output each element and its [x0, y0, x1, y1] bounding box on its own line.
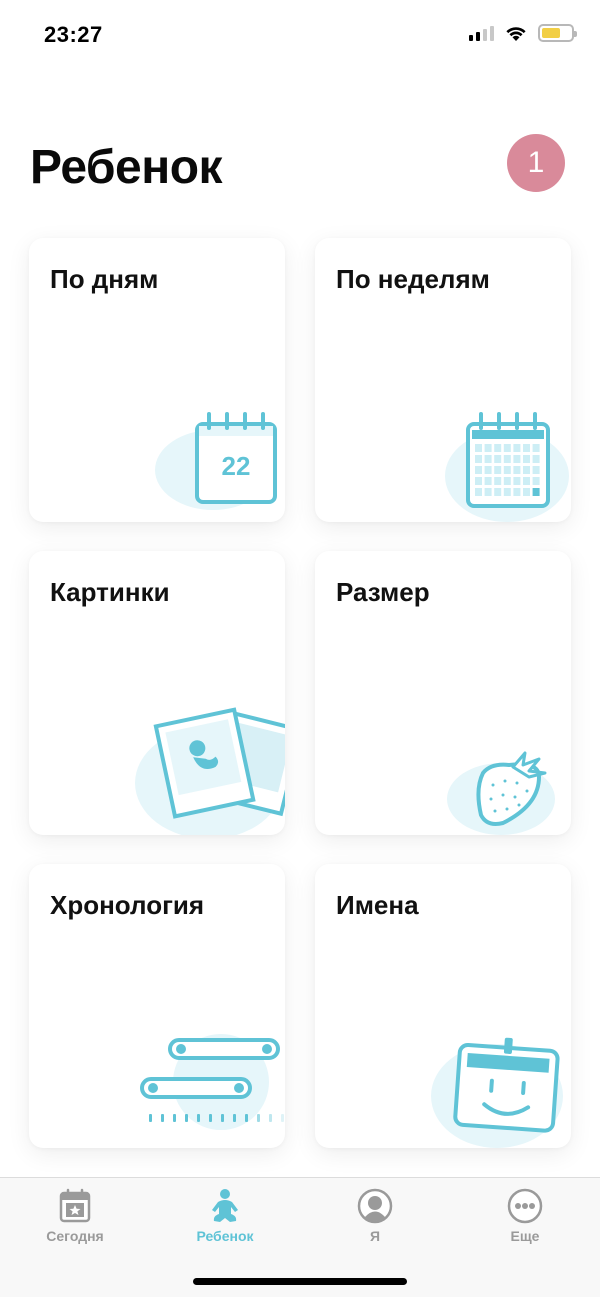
- cellular-signal-icon: [469, 25, 494, 41]
- smiling-calendar-icon: [431, 1037, 563, 1148]
- wifi-icon: [506, 27, 526, 41]
- timeline-icon: [140, 1034, 284, 1130]
- status-icons: [469, 24, 577, 42]
- tab-label: Сегодня: [46, 1228, 104, 1244]
- baby-icon: [212, 1189, 238, 1222]
- tab-label: Еще: [510, 1228, 540, 1244]
- calendar-day-icon: 22: [155, 412, 277, 510]
- card-title: Картинки: [50, 577, 170, 607]
- strawberry-icon: [447, 751, 555, 835]
- card-title: Имена: [336, 890, 419, 920]
- tab-label: Ребенок: [196, 1228, 254, 1244]
- page-title: Ребенок: [30, 141, 223, 194]
- tab-today[interactable]: Сегодня: [25, 1188, 125, 1244]
- week-badge[interactable]: 1: [507, 134, 565, 192]
- calendar-grid-icon: [445, 412, 569, 522]
- card-title: Хронология: [50, 890, 205, 920]
- tab-label: Я: [369, 1228, 381, 1244]
- calendar-star-icon: [59, 1188, 91, 1223]
- card-pictures[interactable]: Картинки: [29, 551, 285, 835]
- calendar-day-number: 22: [222, 451, 251, 481]
- status-time: 23:27: [44, 22, 103, 47]
- tab-child[interactable]: Ребенок: [175, 1188, 275, 1244]
- profile-icon: [357, 1188, 393, 1224]
- battery-icon: [538, 24, 577, 42]
- card-title: По дням: [50, 264, 159, 294]
- tab-me[interactable]: Я: [325, 1188, 425, 1244]
- card-by-days[interactable]: По дням 22: [29, 238, 285, 522]
- home-indicator: [193, 1278, 407, 1285]
- ultrasound-photos-icon: [135, 707, 285, 835]
- status-bar: 23:27: [0, 0, 600, 72]
- card-size[interactable]: Размер: [315, 551, 571, 835]
- tab-more[interactable]: Еще: [475, 1188, 575, 1244]
- card-by-weeks[interactable]: По неделям: [315, 238, 571, 522]
- card-title: Размер: [336, 577, 430, 607]
- card-names[interactable]: Имена: [315, 864, 571, 1148]
- more-dots-icon: [507, 1188, 543, 1224]
- card-timeline[interactable]: Хронология: [29, 864, 285, 1148]
- card-title: По неделям: [336, 264, 490, 294]
